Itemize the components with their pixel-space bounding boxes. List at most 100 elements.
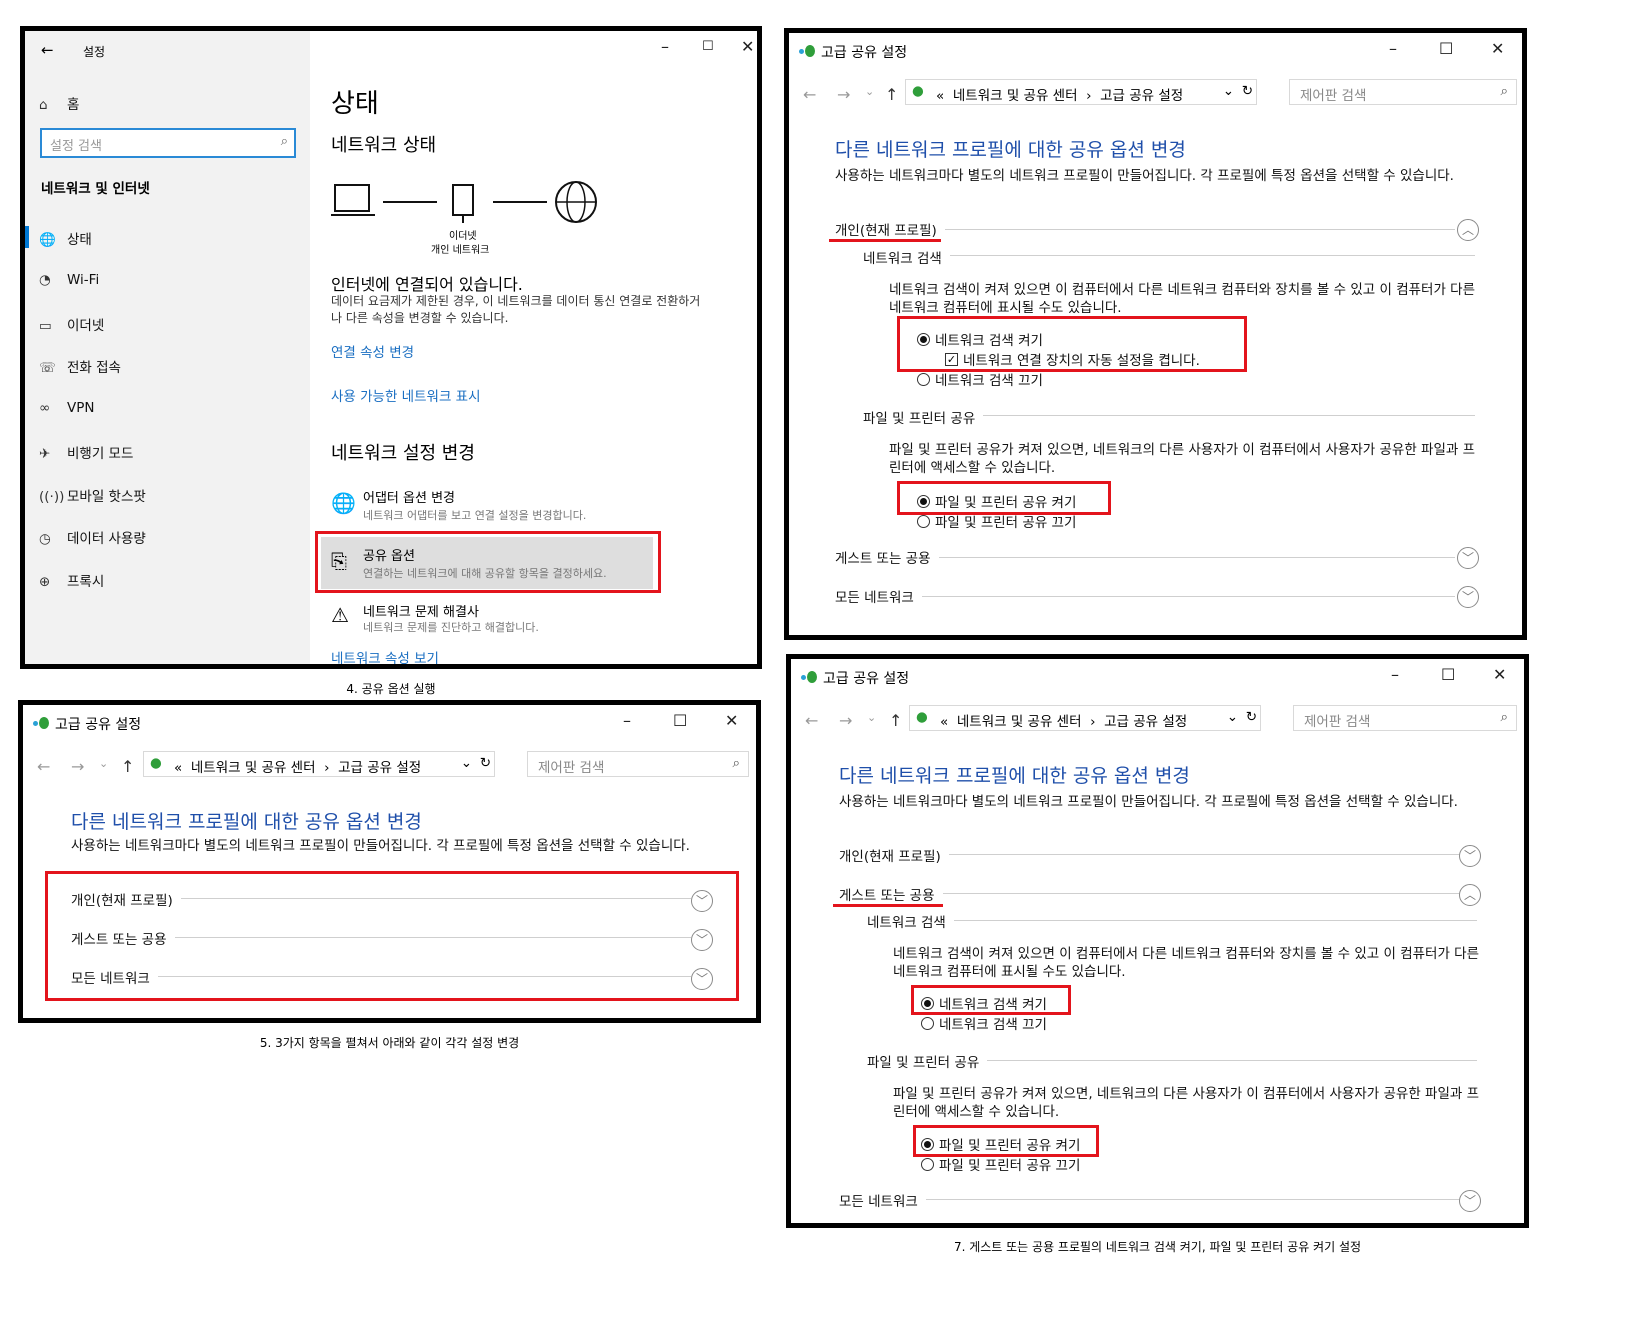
globe-icon: 🌐 [331, 491, 356, 515]
sidebar-item-dialup[interactable]: ☏ 전화 접속 [39, 356, 121, 376]
fps-desc: 파일 및 프린터 공유가 켜져 있으면, 네트워크의 다른 사용자가 이 컴퓨터… [889, 442, 1476, 476]
discovery-heading: 네트워크 검색 [867, 911, 954, 931]
sidebar-item-proxy[interactable]: ⊕ 프록시 [39, 570, 104, 590]
change-connection-properties-link[interactable]: 연결 속성 변경 [331, 341, 414, 361]
advanced-sharing-private-screenshot: 고급 공유 설정 – ☐ ✕ ← → ⌄ ↑ ● « 네트워크 및 공유 센터 … [784, 28, 1527, 640]
fps-off-radio[interactable] [917, 515, 930, 528]
minimize-button[interactable]: – [623, 711, 631, 730]
forward-arrow-icon[interactable]: → [71, 757, 84, 776]
highlight-discovery [911, 985, 1071, 1015]
profile-private[interactable]: 개인(현재 프로필) [839, 845, 949, 865]
page-heading: 다른 네트워크 프로필에 대한 공유 옵션 변경 [839, 765, 1190, 787]
category-heading: 네트워크 및 인터넷 [41, 181, 150, 197]
sidebar-item-hotspot[interactable]: ((·)) 모바일 핫스팟 [39, 485, 146, 505]
recent-chevron-icon[interactable]: ⌄ [865, 85, 874, 98]
address-bar[interactable]: ● « 네트워크 및 공유 센터 › 고급 공유 설정 ⌄ ↻ [905, 79, 1257, 105]
chevron-up-icon[interactable]: ︿ [1459, 884, 1481, 906]
up-arrow-icon[interactable]: ↑ [889, 711, 902, 730]
chevron-down-icon[interactable]: ﹀ [1457, 586, 1479, 608]
highlight-discovery [897, 316, 1247, 372]
forward-arrow-icon[interactable]: → [837, 85, 850, 104]
chevron-down-icon[interactable]: ⌄ [1223, 83, 1234, 99]
profile-guest[interactable]: 게스트 또는 공용 [839, 884, 943, 904]
back-arrow-icon[interactable]: ← [41, 41, 54, 59]
ethernet-icon: ▭ [39, 318, 52, 334]
control-panel-search[interactable]: 제어판 검색 ⌕ [1289, 79, 1517, 105]
network-center-icon: ● [150, 755, 162, 771]
dialup-icon: ☏ [39, 360, 56, 376]
diagram-label-ethernet: 이더넷 [449, 231, 477, 242]
sidebar-item-airplane[interactable]: ✈ 비행기 모드 [39, 442, 133, 462]
forward-arrow-icon[interactable]: → [839, 711, 852, 730]
up-arrow-icon[interactable]: ↑ [121, 757, 134, 776]
fps-heading: 파일 및 프린터 공유 [867, 1051, 988, 1071]
settings-search-input[interactable]: 설정 검색 ⌕ [40, 128, 296, 158]
advanced-sharing-guest-screenshot: 고급 공유 설정 – ☐ ✕ ← → ⌄ ↑ ● « 네트워크 및 공유 센터 … [786, 654, 1529, 1228]
minimize-button[interactable]: – [661, 37, 669, 56]
discovery-heading: 네트워크 검색 [863, 247, 950, 267]
fps-off-radio[interactable] [921, 1158, 934, 1171]
address-bar[interactable]: ● « 네트워크 및 공유 센터 › 고급 공유 설정 ⌄ ↻ [143, 751, 495, 777]
sidebar-home[interactable]: ⌂ 홈 [39, 93, 79, 113]
recent-chevron-icon[interactable]: ⌄ [867, 711, 876, 724]
discovery-off-label: 네트워크 검색 끄기 [935, 373, 1043, 389]
sidebar-item-wifi[interactable]: ◔ Wi-Fi [39, 272, 99, 288]
highlight-sharing-options [315, 531, 661, 593]
refresh-icon[interactable]: ↻ [1242, 83, 1253, 99]
window-title: 고급 공유 설정 [55, 717, 142, 733]
up-arrow-icon[interactable]: ↑ [885, 85, 898, 104]
profile-all[interactable]: 모든 네트워크 [835, 586, 922, 606]
profile-guest[interactable]: 게스트 또는 공용 [835, 547, 939, 567]
sidebar-item-vpn[interactable]: ∞ VPN [39, 400, 94, 416]
maximize-button[interactable]: ☐ [702, 39, 714, 54]
close-button[interactable]: ✕ [1491, 39, 1504, 58]
close-button[interactable]: ✕ [725, 711, 738, 730]
back-arrow-icon[interactable]: ← [805, 711, 818, 730]
profile-private[interactable]: 개인(현재 프로필) [835, 219, 945, 239]
laptop-icon [334, 184, 370, 212]
fps-desc: 파일 및 프린터 공유가 켜져 있으면, 네트워크의 다른 사용자가 이 컴퓨터… [893, 1086, 1480, 1120]
chevron-down-icon[interactable]: ﹀ [1459, 845, 1481, 867]
discovery-desc: 네트워크 검색이 켜져 있으면 이 컴퓨터에서 다른 네트워크 컴퓨터와 장치를… [893, 946, 1480, 980]
sidebar-item-ethernet[interactable]: ▭ 이더넷 [39, 314, 104, 334]
refresh-icon[interactable]: ↻ [1246, 709, 1257, 725]
highlight-profiles [45, 871, 739, 1001]
caption-step5: 5. 3가지 항목을 펼쳐서 아래와 같이 각각 설정 변경 [259, 1036, 520, 1050]
back-arrow-icon[interactable]: ← [37, 757, 50, 776]
control-panel-search[interactable]: 제어판 검색 ⌕ [527, 751, 749, 777]
ethernet-port-icon [452, 184, 474, 216]
minimize-button[interactable]: – [1391, 665, 1399, 684]
chevron-down-icon[interactable]: ﹀ [1457, 547, 1479, 569]
hotspot-icon: ((·)) [39, 489, 65, 505]
back-arrow-icon[interactable]: ← [803, 85, 816, 104]
maximize-button[interactable]: ☐ [673, 711, 687, 730]
chevron-down-icon[interactable]: ﹀ [1459, 1190, 1481, 1212]
discovery-off-radio[interactable] [921, 1017, 934, 1030]
maximize-button[interactable]: ☐ [1439, 39, 1453, 58]
connected-desc: 데이터 요금제가 제한된 경우, 이 네트워크를 데이터 통신 연결로 전환하거… [331, 294, 701, 325]
advanced-sharing-collapsed-screenshot: 고급 공유 설정 – ☐ ✕ ← → ⌄ ↑ ● « 네트워크 및 공유 센터 … [18, 700, 761, 1023]
refresh-icon[interactable]: ↻ [480, 755, 491, 771]
profile-all[interactable]: 모든 네트워크 [839, 1190, 926, 1210]
sidebar-item-status[interactable]: 🌐 상태 [39, 228, 92, 248]
close-button[interactable]: ✕ [1493, 665, 1506, 684]
discovery-off-radio[interactable] [917, 373, 930, 386]
minimize-button[interactable]: – [1389, 39, 1397, 58]
sidebar-item-data-usage[interactable]: ◷ 데이터 사용량 [39, 527, 146, 547]
intro-text: 사용하는 네트워크마다 별도의 네트워크 프로필이 만들어집니다. 각 프로필에… [839, 794, 1458, 810]
network-center-icon: ● [916, 709, 928, 725]
address-bar[interactable]: ● « 네트워크 및 공유 센터 › 고급 공유 설정 ⌄ ↻ [909, 705, 1261, 731]
control-panel-search[interactable]: 제어판 검색 ⌕ [1293, 705, 1517, 731]
home-icon: ⌂ [39, 97, 48, 113]
close-button[interactable]: ✕ [741, 37, 754, 56]
recent-chevron-icon[interactable]: ⌄ [99, 757, 108, 770]
maximize-button[interactable]: ☐ [1441, 665, 1455, 684]
chevron-down-icon[interactable]: ⌄ [461, 755, 472, 771]
chevron-down-icon[interactable]: ⌄ [1227, 709, 1238, 725]
wifi-icon: ◔ [39, 272, 51, 288]
show-available-networks-link[interactable]: 사용 가능한 네트워크 표시 [331, 385, 481, 405]
view-network-properties-link[interactable]: 네트워크 속성 보기 [331, 647, 439, 664]
highlight-fps [913, 1125, 1099, 1157]
chevron-up-icon[interactable]: ︿ [1457, 219, 1479, 241]
data-usage-icon: ◷ [39, 531, 51, 547]
